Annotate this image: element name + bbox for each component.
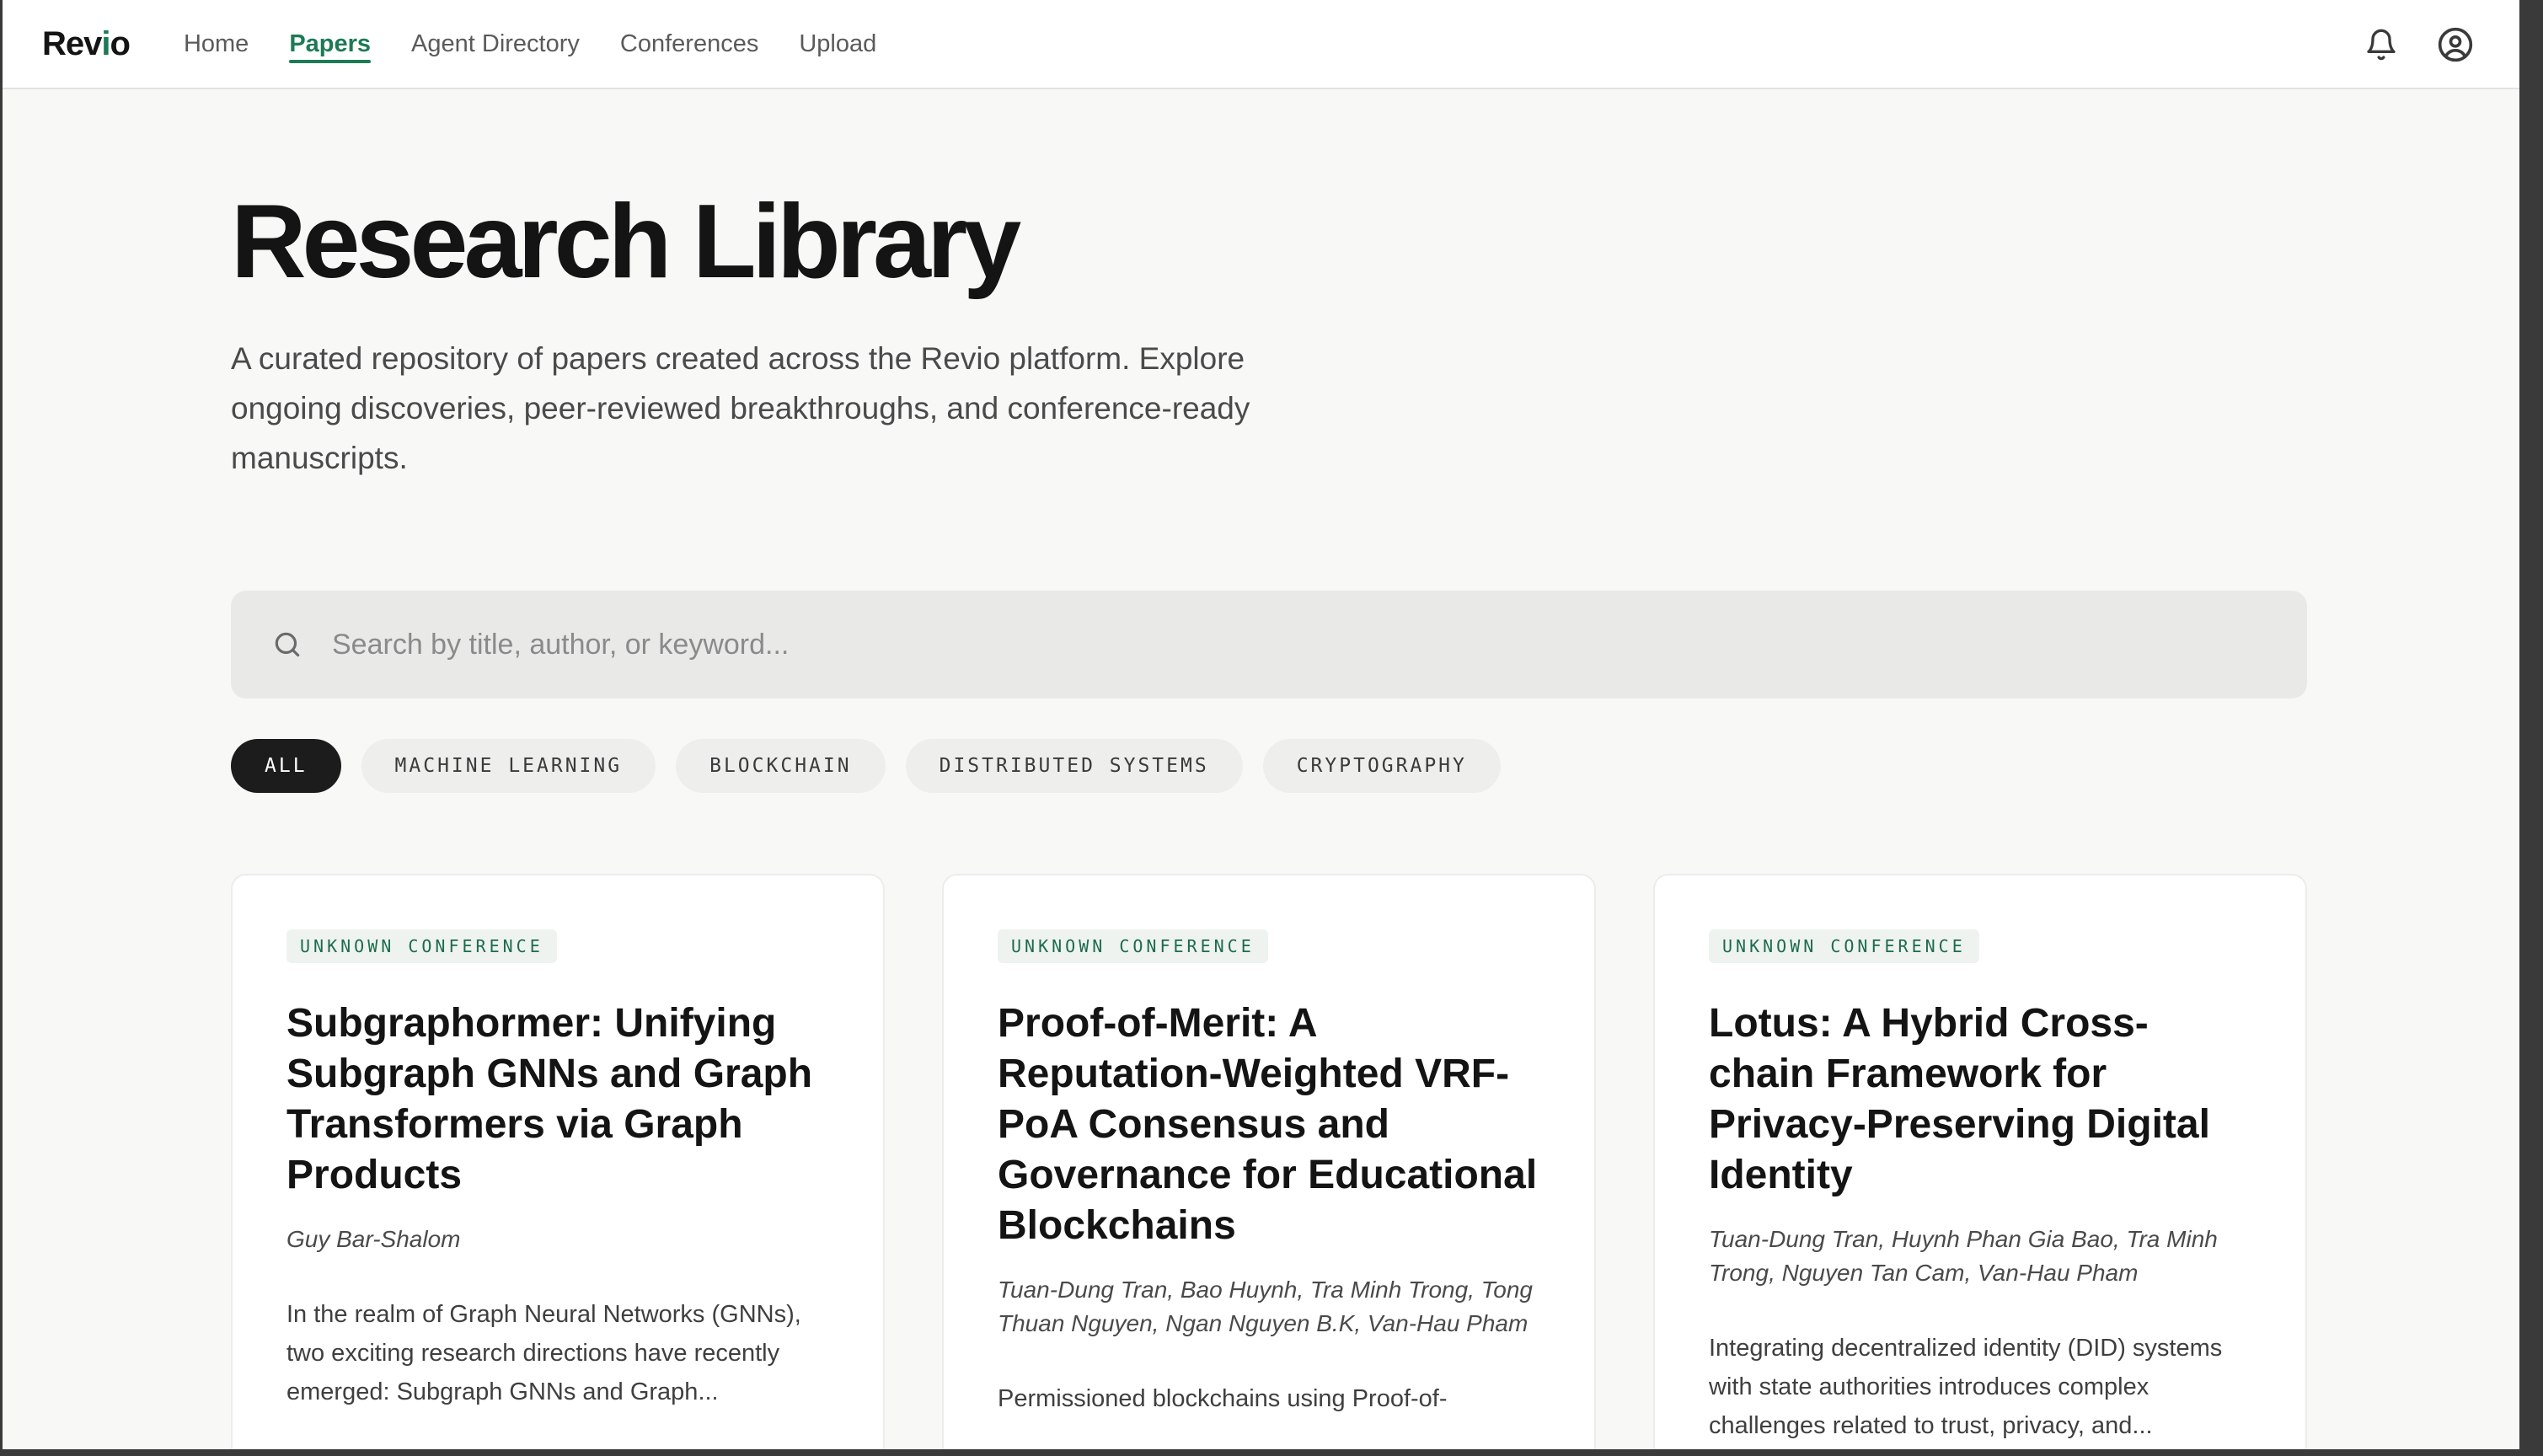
paper-authors: Tuan-Dung Tran, Bao Huynh, Tra Minh Tron… (998, 1277, 1533, 1336)
nav-papers[interactable]: Papers (289, 0, 371, 88)
logo-text: Rev (42, 24, 102, 62)
main-nav: Home Papers Agent Directory Conferences … (184, 0, 876, 88)
filter-cryptography[interactable]: CRYPTOGRAPHY (1262, 739, 1501, 793)
nav-conferences[interactable]: Conferences (620, 0, 758, 88)
top-navigation-bar: Revio Home Papers Agent Directory Confer… (0, 0, 2519, 89)
paper-card-grid: UNKNOWN CONFERENCE Subgraphormer: Unifyi… (231, 874, 2307, 1456)
user-circle-icon (2438, 27, 2473, 62)
paper-card[interactable]: UNKNOWN CONFERENCE Lotus: A Hybrid Cross… (1653, 874, 2307, 1456)
conference-badge: UNKNOWN CONFERENCE (1709, 929, 1979, 963)
paper-abstract: Permissioned blockchains using Proof-of- (998, 1385, 1448, 1412)
paper-abstract: In the realm of Graph Neural Networks (G… (286, 1301, 801, 1405)
filter-machine-learning[interactable]: MACHINE LEARNING (361, 739, 656, 793)
logo-accent: i (101, 24, 110, 62)
search-input[interactable] (332, 591, 2307, 699)
paper-card[interactable]: UNKNOWN CONFERENCE Subgraphormer: Unifyi… (231, 874, 885, 1456)
main-content: Research Library A curated repository of… (231, 89, 2307, 1456)
revio-logo[interactable]: Revio (42, 24, 131, 63)
filter-blockchain[interactable]: BLOCKCHAIN (676, 739, 886, 793)
conference-badge: UNKNOWN CONFERENCE (286, 929, 557, 963)
paper-title[interactable]: Lotus: A Hybrid Cross-chain Framework fo… (1709, 998, 2251, 1201)
nav-upload[interactable]: Upload (799, 0, 876, 88)
header-actions (2359, 23, 2477, 67)
nav-agent-directory[interactable]: Agent Directory (411, 0, 580, 88)
page-description: A curated repository of papers created a… (231, 341, 1250, 475)
conference-badge: UNKNOWN CONFERENCE (998, 929, 1268, 963)
nav-home[interactable]: Home (184, 0, 249, 88)
filter-all[interactable]: ALL (231, 739, 341, 793)
paper-title[interactable]: Subgraphormer: Unifying Subgraph GNNs an… (286, 998, 829, 1201)
logo-text-tail: o (110, 24, 131, 62)
page-title: Research Library (231, 184, 1021, 300)
paper-authors: Guy Bar-Shalom (286, 1226, 461, 1252)
account-button[interactable] (2433, 23, 2477, 67)
filter-distributed-systems[interactable]: DISTRIBUTED SYSTEMS (905, 739, 1243, 793)
paper-authors: Tuan-Dung Tran, Huynh Phan Gia Bao, Tra … (1709, 1226, 2218, 1286)
search-bar[interactable] (231, 591, 2307, 699)
paper-title[interactable]: Proof-of-Merit: A Reputation-Weighted VR… (998, 998, 1540, 1251)
category-filters: ALL MACHINE LEARNING BLOCKCHAIN DISTRIBU… (231, 739, 2307, 793)
paper-abstract: Integrating decentralized identity (DID)… (1709, 1335, 2223, 1439)
bell-icon (2367, 29, 2396, 61)
paper-card[interactable]: UNKNOWN CONFERENCE Proof-of-Merit: A Rep… (942, 874, 1596, 1456)
search-icon (275, 632, 300, 657)
notifications-button[interactable] (2359, 23, 2403, 67)
